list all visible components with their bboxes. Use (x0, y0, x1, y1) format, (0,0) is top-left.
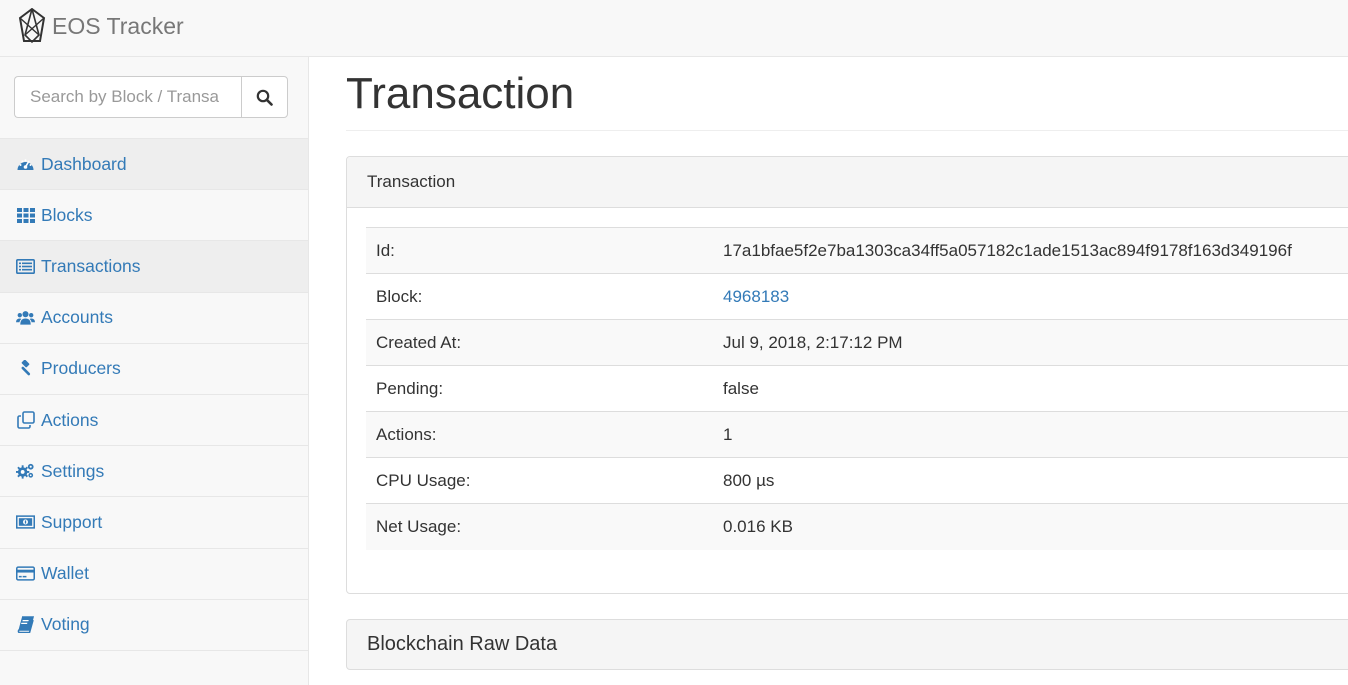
table-row: Created At: Jul 9, 2018, 2:17:12 PM (366, 319, 1348, 366)
table-row: CPU Usage: 800 µs (366, 457, 1348, 504)
sidebar-item-label: Accounts (41, 307, 113, 328)
credit-card-icon (16, 564, 35, 583)
search-form (14, 76, 288, 118)
sidebar-item-label: Transactions (41, 255, 141, 276)
page-title: Transaction (346, 69, 575, 118)
row-key: Id: (366, 227, 713, 274)
sidebar-item-transactions[interactable]: Transactions (0, 241, 308, 293)
sidebar-nav: Dashboard Blocks Transactions Accounts P… (0, 138, 308, 651)
sidebar-item-wallet[interactable]: Wallet (0, 549, 308, 600)
row-key: Block: (366, 273, 713, 320)
sidebar-item-label: Settings (41, 460, 105, 481)
row-value: 17a1bfae5f2e7ba1303ca34ff5a057182c1ade15… (713, 227, 1348, 274)
row-key: CPU Usage: (366, 457, 713, 504)
sidebar-item-label: Wallet (41, 563, 89, 584)
sidebar-item-label: Producers (41, 358, 121, 379)
clone-icon (16, 411, 35, 430)
row-key: Net Usage: (366, 503, 713, 550)
row-value: 4968183 (713, 273, 1348, 320)
sidebar-item-label: Actions (41, 409, 99, 430)
sidebar-item-settings[interactable]: Settings (0, 446, 308, 498)
table-row: Pending: false (366, 365, 1348, 412)
row-value: 1 (713, 411, 1348, 458)
block-link[interactable]: 4968183 (723, 287, 789, 306)
sidebar-item-blocks[interactable]: Blocks (0, 190, 308, 242)
eos-logo-icon (18, 8, 46, 44)
title-divider (346, 130, 1348, 131)
table-row: Actions: 1 (366, 411, 1348, 458)
cogs-icon (16, 462, 35, 481)
gavel-icon (16, 359, 35, 378)
sidebar-item-label: Blocks (41, 204, 93, 225)
sidebar-item-label: Support (41, 511, 103, 532)
table-row: Block: 4968183 (366, 273, 1348, 320)
row-key: Pending: (366, 365, 713, 412)
sidebar-item-producers[interactable]: Producers (0, 344, 308, 395)
raw-data-panel-heading[interactable]: Blockchain Raw Data (346, 619, 1348, 670)
users-icon (16, 308, 35, 327)
brand-link[interactable]: EOS Tracker (18, 6, 184, 46)
row-value: Jul 9, 2018, 2:17:12 PM (713, 319, 1348, 366)
table-row: Net Usage: 0.016 KB (366, 503, 1348, 550)
row-value: 0.016 KB (713, 503, 1348, 550)
search-icon (256, 89, 273, 106)
list-icon (16, 257, 35, 276)
sidebar-item-support[interactable]: Support (0, 497, 308, 549)
search-input[interactable] (14, 76, 241, 118)
transaction-panel: Transaction Id: 17a1bfae5f2e7ba1303ca34f… (346, 156, 1348, 594)
dashboard-icon (16, 155, 35, 174)
transaction-details-table: Id: 17a1bfae5f2e7ba1303ca34ff5a057182c1a… (366, 227, 1348, 550)
money-icon (16, 513, 35, 532)
sidebar-item-accounts[interactable]: Accounts (0, 293, 308, 344)
book-icon (16, 615, 35, 634)
sidebar-item-label: Dashboard (41, 153, 127, 174)
grid-icon (16, 206, 35, 225)
row-value: false (713, 365, 1348, 412)
top-navbar: EOS Tracker (0, 0, 1348, 57)
sidebar-item-label: Voting (41, 614, 90, 635)
row-key: Created At: (366, 319, 713, 366)
table-row: Id: 17a1bfae5f2e7ba1303ca34ff5a057182c1a… (366, 227, 1348, 274)
sidebar-item-voting[interactable]: Voting (0, 600, 308, 651)
row-key: Actions: (366, 411, 713, 458)
main-content: Transaction Transaction Id: 17a1bfae5f2e… (346, 57, 1348, 685)
sidebar-item-actions[interactable]: Actions (0, 395, 308, 447)
row-value: 800 µs (713, 457, 1348, 504)
panel-heading: Transaction (347, 157, 1348, 208)
sidebar: Dashboard Blocks Transactions Accounts P… (0, 57, 309, 685)
brand-title: EOS Tracker (52, 12, 184, 39)
sidebar-item-dashboard[interactable]: Dashboard (0, 139, 308, 191)
search-button[interactable] (241, 76, 288, 118)
